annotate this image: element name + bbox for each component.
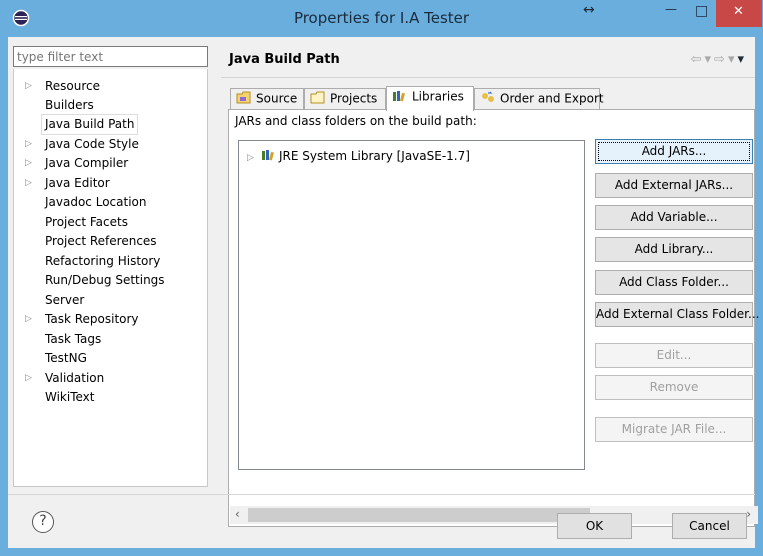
expand-arrow-icon[interactable]: ▷ <box>25 369 35 388</box>
filter-input[interactable] <box>13 46 208 67</box>
ok-button[interactable]: OK <box>557 513 632 539</box>
tree-item-run-debug-settings[interactable]: Run/Debug Settings <box>14 271 208 290</box>
tree-item-task-repository[interactable]: ▷ Task Repository <box>14 310 208 329</box>
resize-icon[interactable]: ↔ <box>575 0 605 27</box>
tab-source[interactable]: Source <box>230 88 304 110</box>
expand-arrow-icon[interactable]: ▷ <box>247 149 261 167</box>
expand-arrow-icon[interactable]: ▷ <box>25 135 35 154</box>
tree-item-task-tags[interactable]: Task Tags <box>14 330 208 349</box>
tab-projects[interactable]: Projects <box>304 88 386 110</box>
tree-item-refactoring-history[interactable]: Refactoring History <box>14 252 208 271</box>
tab-order-and-export[interactable]: Order and Export <box>474 88 604 110</box>
back-dropdown-icon[interactable]: ▾ <box>705 52 715 67</box>
dialog-client: ▷ Resource Builders Java Build Path ▷ Ja… <box>8 37 759 548</box>
remove-button[interactable]: Remove <box>595 375 753 400</box>
tree-item-wikitext[interactable]: WikiText <box>14 388 208 407</box>
tree-item-builders[interactable]: Builders <box>14 96 208 115</box>
build-path-list[interactable]: ▷ JRE System Library [JavaSE-1.7] <box>238 140 585 470</box>
projects-folder-icon <box>310 91 326 107</box>
library-icon <box>261 148 279 166</box>
cancel-button[interactable]: Cancel <box>672 513 747 539</box>
add-variable-button[interactable]: Add Variable... <box>595 205 753 230</box>
expand-arrow-icon[interactable]: ▷ <box>25 77 35 96</box>
tree-item-project-references[interactable]: Project References <box>14 232 208 251</box>
tab-libraries[interactable]: Libraries <box>386 86 474 111</box>
page-title: Java Build Path <box>229 52 340 67</box>
tree-item-project-facets[interactable]: Project Facets <box>14 213 208 232</box>
add-external-jars-button[interactable]: Add External JARs... <box>595 173 753 198</box>
scroll-left-icon[interactable]: ‹ <box>235 507 240 521</box>
properties-window: Properties for I.A Tester ↔ — □ ✕ ▷ Reso… <box>0 0 763 556</box>
add-class-folder-button[interactable]: Add Class Folder... <box>595 270 753 295</box>
tree-item-java-build-path[interactable]: Java Build Path <box>14 114 208 135</box>
header-divider <box>221 77 755 78</box>
add-library-button[interactable]: Add Library... <box>595 237 753 262</box>
window-title: Properties for I.A Tester <box>293 9 470 27</box>
history-nav: ⇦▾⇨▾▾ <box>691 52 747 67</box>
tree-item-validation[interactable]: ▷ Validation <box>14 369 208 388</box>
footer-divider <box>8 494 755 495</box>
minimize-button[interactable]: — <box>657 0 687 27</box>
edit-button[interactable]: Edit... <box>595 343 753 368</box>
source-folder-icon <box>236 91 252 107</box>
tree-item-java-code-style[interactable]: ▷ Java Code Style <box>14 135 208 154</box>
forward-arrow-icon[interactable]: ⇨ <box>714 52 728 67</box>
order-export-icon <box>480 91 496 107</box>
expand-arrow-icon[interactable]: ▷ <box>25 310 35 329</box>
tree-item-java-editor[interactable]: ▷ Java Editor <box>14 174 208 193</box>
add-external-class-folder-button[interactable]: Add External Class Folder... <box>595 302 759 327</box>
view-menu-icon[interactable]: ▾ <box>737 52 747 67</box>
add-jars-button[interactable]: Add JARs... <box>595 139 753 164</box>
tree-item-javadoc-location[interactable]: Javadoc Location <box>14 193 208 212</box>
libraries-panel: JARs and class folders on the build path… <box>228 109 759 527</box>
tree-item-testng[interactable]: TestNG <box>14 349 208 368</box>
libraries-label: JARs and class folders on the build path… <box>235 114 477 128</box>
libraries-icon <box>392 89 408 105</box>
expand-arrow-icon[interactable]: ▷ <box>25 174 35 193</box>
properties-tree: ▷ Resource Builders Java Build Path ▷ Ja… <box>13 69 208 487</box>
maximize-button[interactable]: □ <box>688 0 716 27</box>
tree-item-resource[interactable]: ▷ Resource <box>14 77 208 96</box>
back-arrow-icon[interactable]: ⇦ <box>691 52 705 67</box>
help-icon[interactable]: ? <box>32 511 54 533</box>
tree-item-java-compiler[interactable]: ▷ Java Compiler <box>14 154 208 173</box>
migrate-jar-file-button[interactable]: Migrate JAR File... <box>595 417 753 442</box>
title-bar[interactable]: Properties for I.A Tester ↔ — □ ✕ <box>0 0 763 37</box>
list-item[interactable]: ▷ JRE System Library [JavaSE-1.7] <box>247 147 470 165</box>
expand-arrow-icon[interactable]: ▷ <box>25 154 35 173</box>
close-button[interactable]: ✕ <box>716 0 762 27</box>
tree-item-server[interactable]: Server <box>14 291 208 310</box>
scrollbar-thumb[interactable] <box>248 508 590 522</box>
page-header: Java Build Path ⇦▾⇨▾▾ <box>221 46 755 76</box>
